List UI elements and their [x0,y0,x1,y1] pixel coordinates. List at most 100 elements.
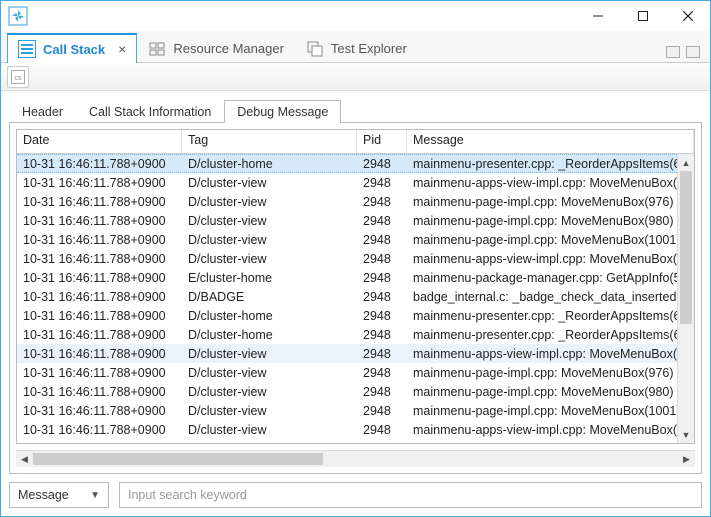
cell-pid: 2948 [357,173,407,193]
table-row[interactable]: 10-31 16:46:11.788+0900D/cluster-view294… [17,363,677,382]
cell-pid: 2948 [357,211,407,231]
cell-pid: 2948 [357,230,407,250]
cell-date: 10-31 16:46:11.788+0900 [17,154,182,174]
cell-pid: 2948 [357,401,407,421]
search-field-dropdown[interactable]: Message ▼ [9,482,109,508]
cell-msg: mainmenu-apps-view-impl.cpp: MoveMenuBox… [407,249,677,269]
cell-date: 10-31 16:46:11.788+0900 [17,211,182,231]
column-header-tag[interactable]: Tag [182,130,357,153]
horizontal-scrollbar[interactable]: ◀ ▶ [16,450,695,467]
column-header-message[interactable]: Message [407,130,694,153]
subtab-header[interactable]: Header [9,100,76,123]
cs-tool-button[interactable]: cs [7,66,29,88]
tab-call-stack[interactable]: Call Stack × [7,33,137,63]
scroll-track[interactable] [33,451,678,467]
subtab-debug-message[interactable]: Debug Message [224,100,341,123]
grid: Date Tag Pid Message 10-31 16:46:11.788+… [16,129,695,444]
cell-date: 10-31 16:46:11.788+0900 [17,401,182,421]
vertical-scrollbar[interactable]: ▲ ▼ [677,154,694,443]
table-row[interactable]: 10-31 16:46:11.788+0900D/cluster-view294… [17,173,677,192]
tabstrip-right-controls [666,46,710,62]
cell-pid: 2948 [357,439,407,444]
cell-tag: D/cluster-view [182,211,357,231]
table-row[interactable]: 10-31 16:46:11.788+0900D/cluster-view294… [17,401,677,420]
svg-text:cs: cs [15,75,23,82]
minimize-pane-button[interactable] [666,46,680,58]
scroll-left-icon[interactable]: ◀ [16,451,33,467]
cell-tag: D/cluster-view [182,230,357,250]
cell-tag: D/cluster-home [182,154,357,174]
column-header-date[interactable]: Date [17,130,182,153]
cell-msg: mainmenu-apps-view-impl.cpp: MoveMenuBox… [407,344,677,364]
cell-date: 10-31 16:46:11.788+0900 [17,363,182,383]
cell-msg: mainmenu-package-manager.cpp: GetAppInfo… [407,268,677,288]
scroll-thumb[interactable] [33,453,323,465]
column-header-pid[interactable]: Pid [357,130,407,153]
table-row[interactable]: 10-31 16:46:11.788+0900D/cluster-home294… [17,306,677,325]
app-window: Call Stack × Resource Manager Test Explo… [0,0,711,517]
grid-header: Date Tag Pid Message [17,130,694,154]
titlebar [1,1,710,31]
table-row[interactable]: 10-31 16:46:11.788+0900D/cluster-view294… [17,344,677,363]
cell-tag: D/cluster-home [182,306,357,326]
maximize-pane-button[interactable] [686,46,700,58]
subtab-call-stack-info[interactable]: Call Stack Information [76,100,224,123]
cell-date: 10-31 16:46:11.788+0900 [17,287,182,307]
toolbar: cs [1,63,710,91]
cell-date: 10-31 16:46:11.788+0900 [17,268,182,288]
cell-pid: 2948 [357,287,407,307]
cell-pid: 2948 [357,249,407,269]
cell-msg: mainmenu-presenter.cpp: _ReorderAppsItem… [407,306,677,326]
cell-tag: D/BADGE [182,287,357,307]
table-row[interactable]: 10-31 16:46:11.788+0900E/cluster-home294… [17,439,677,443]
tab-test-explorer[interactable]: Test Explorer [295,33,418,63]
cell-tag: E/cluster-home [182,439,357,444]
table-row[interactable]: 10-31 16:46:11.788+0900D/BADGE2948badge_… [17,287,677,306]
scroll-down-icon[interactable]: ▼ [678,426,694,443]
table-row[interactable]: 10-31 16:46:11.788+0900D/cluster-home294… [17,154,677,173]
cell-msg: mainmenu-page-impl.cpp: MoveMenuBox(976)… [407,192,677,212]
cell-tag: D/cluster-view [182,420,357,440]
table-row[interactable]: 10-31 16:46:11.788+0900D/cluster-view294… [17,249,677,268]
minimize-button[interactable] [575,1,620,31]
cell-date: 10-31 16:46:11.788+0900 [17,230,182,250]
main-tabstrip: Call Stack × Resource Manager Test Explo… [1,31,710,63]
cell-msg: mainmenu-page-impl.cpp: MoveMenuBox(1001… [407,230,677,250]
table-row[interactable]: 10-31 16:46:11.788+0900D/cluster-view294… [17,211,677,230]
cell-tag: D/cluster-home [182,325,357,345]
cell-msg: mainmenu-apps-view-impl.cpp: MoveMenuBox… [407,420,677,440]
cell-date: 10-31 16:46:11.788+0900 [17,439,182,444]
cell-msg: mainmenu-page-impl.cpp: MoveMenuBox(1001… [407,401,677,421]
scroll-right-icon[interactable]: ▶ [678,451,695,467]
cell-date: 10-31 16:46:11.788+0900 [17,306,182,326]
table-row[interactable]: 10-31 16:46:11.788+0900E/cluster-home294… [17,268,677,287]
cell-tag: D/cluster-view [182,344,357,364]
tab-close-icon[interactable]: × [118,41,126,57]
test-icon [306,40,324,58]
content-area: Header Call Stack Information Debug Mess… [1,91,710,482]
scroll-track[interactable] [678,171,694,426]
close-button[interactable] [665,1,710,31]
table-row[interactable]: 10-31 16:46:11.788+0900D/cluster-view294… [17,230,677,249]
cell-msg: mainmenu-presenter.cpp: _ReorderAppsItem… [407,325,677,345]
table-row[interactable]: 10-31 16:46:11.788+0900D/cluster-view294… [17,192,677,211]
cell-pid: 2948 [357,192,407,212]
search-input[interactable] [119,482,702,508]
cell-pid: 2948 [357,154,407,174]
table-row[interactable]: 10-31 16:46:11.788+0900D/cluster-view294… [17,420,677,439]
search-bar: Message ▼ [1,482,710,516]
tab-resource-manager[interactable]: Resource Manager [137,33,295,63]
cell-msg: mainmenu-presenter.cpp: _ReorderAppsItem… [407,154,677,174]
scroll-up-icon[interactable]: ▲ [678,154,694,171]
cell-tag: D/cluster-view [182,382,357,402]
cell-pid: 2948 [357,325,407,345]
maximize-button[interactable] [620,1,665,31]
table-row[interactable]: 10-31 16:46:11.788+0900D/cluster-view294… [17,382,677,401]
scroll-thumb[interactable] [680,171,692,324]
cell-date: 10-31 16:46:11.788+0900 [17,249,182,269]
table-row[interactable]: 10-31 16:46:11.788+0900D/cluster-home294… [17,325,677,344]
cell-date: 10-31 16:46:11.788+0900 [17,173,182,193]
cell-date: 10-31 16:46:11.788+0900 [17,192,182,212]
cell-tag: D/cluster-view [182,363,357,383]
cell-pid: 2948 [357,382,407,402]
